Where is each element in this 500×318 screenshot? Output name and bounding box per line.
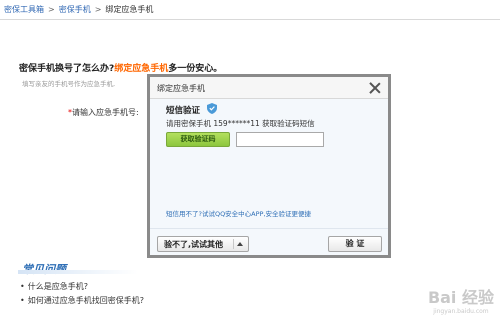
- verification-code-input[interactable]: [236, 132, 324, 147]
- page-headline: 密保手机换号了怎么办?绑定应急手机多一份安心。: [19, 61, 222, 74]
- breadcrumb-link-phone[interactable]: 密保手机: [59, 5, 91, 14]
- watermark-logo: Bai 经验: [427, 288, 494, 307]
- dialog-footer: 验不了,试试其他 验 证: [150, 228, 388, 258]
- faq-title: 常见问题: [22, 261, 66, 277]
- headline-prefix: 密保手机换号了怎么办?: [19, 64, 115, 74]
- close-icon[interactable]: [368, 81, 382, 95]
- page-subtip: 填写亲友的手机号作为应急手机,: [22, 80, 116, 88]
- breadcrumb-separator: >: [48, 5, 55, 14]
- breadcrumb: 密保工具箱 > 密保手机 > 绑定应急手机: [4, 4, 153, 15]
- emergency-phone-label-text: 请输入应急手机号:: [72, 108, 139, 117]
- breadcrumb-link-toolbox[interactable]: 密保工具箱: [4, 5, 44, 14]
- faq-item[interactable]: 如何通过应急手机找回密保手机?: [20, 294, 144, 308]
- headline-suffix: 多一份安心。: [168, 64, 223, 74]
- headline-highlight: 绑定应急手机: [114, 64, 169, 74]
- faq-item[interactable]: 什么是应急手机?: [20, 280, 144, 294]
- shield-icon: [207, 103, 217, 114]
- get-code-button[interactable]: 获取验证码: [166, 132, 230, 147]
- breadcrumb-current: 绑定应急手机: [105, 5, 154, 14]
- dialog-title: 绑定应急手机: [157, 84, 205, 93]
- qq-security-app-link[interactable]: 短信用不了?试试QQ安全中心APP,安全验证更便捷: [166, 208, 311, 218]
- sms-verify-description: 请用密保手机 159******11 获取验证码短信: [166, 119, 315, 128]
- header-divider: [0, 19, 500, 20]
- faq-title-underline: [18, 270, 138, 274]
- watermark-url: jingyan.baidu.com: [433, 308, 489, 315]
- watermark: Bai 经验 jingyan.baidu.com: [428, 284, 494, 315]
- bind-emergency-phone-dialog: 绑定应急手机 短信验证 请用密保手机 159******11 获取验证码短信 获…: [147, 74, 391, 258]
- faq-list: 什么是应急手机? 如何通过应急手机找回密保手机?: [20, 280, 144, 308]
- verify-button[interactable]: 验 证: [328, 236, 382, 252]
- dialog-titlebar: 绑定应急手机: [150, 77, 388, 99]
- emergency-phone-label: *请输入应急手机号:: [68, 107, 139, 118]
- chevron-up-icon[interactable]: [233, 239, 245, 249]
- sms-verify-title: 短信验证: [166, 106, 201, 116]
- try-other-method-label: 验不了,试试其他: [164, 240, 224, 249]
- breadcrumb-separator: >: [94, 5, 102, 14]
- try-other-method-button[interactable]: 验不了,试试其他: [157, 236, 249, 252]
